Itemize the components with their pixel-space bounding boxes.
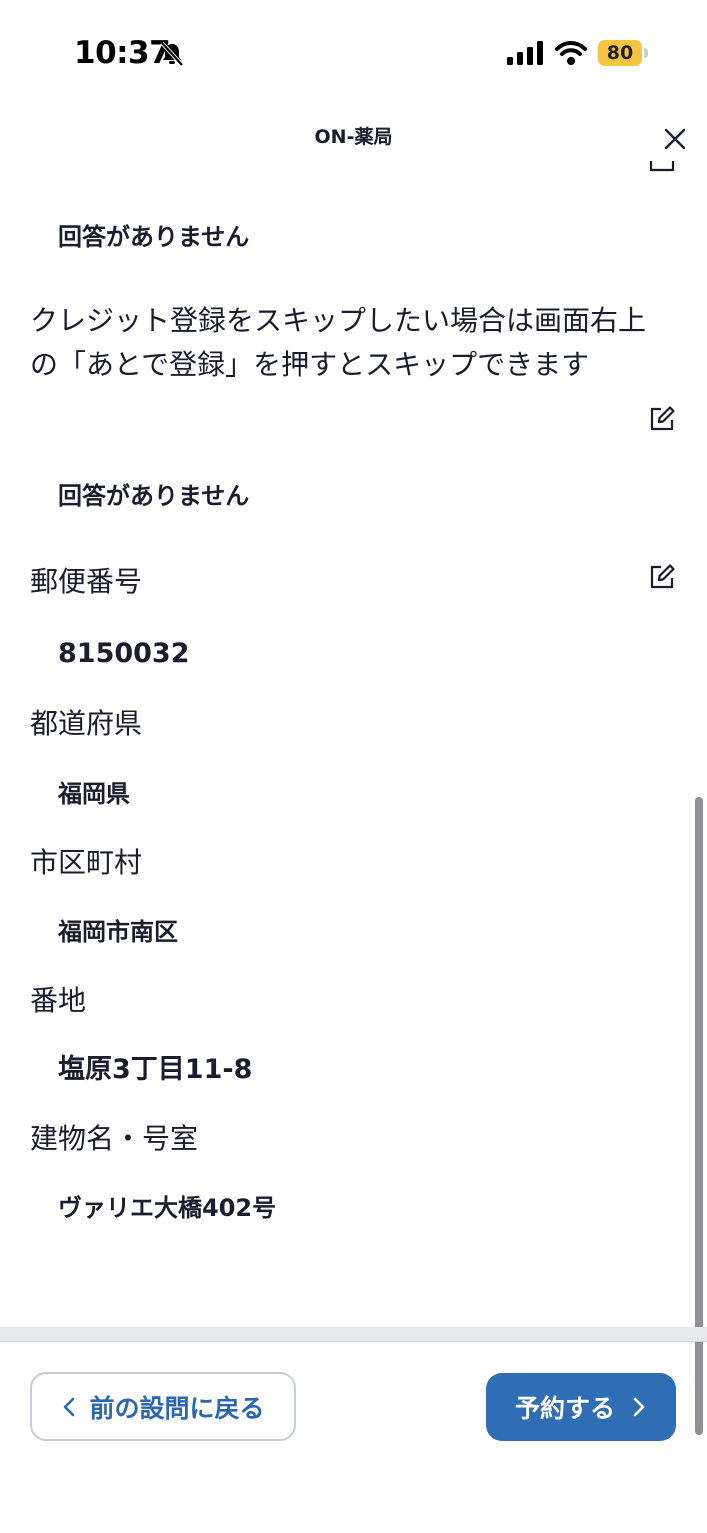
question-text: 郵便番号	[30, 565, 143, 598]
page-title: ON-薬局	[314, 126, 393, 148]
status-time: 10:37	[74, 35, 171, 71]
edit-icon[interactable]	[648, 159, 676, 173]
answer-text: 福岡市南区	[58, 918, 178, 946]
answer-text: ヴァリエ大橋402号	[58, 1194, 277, 1222]
reserve-button[interactable]: 予約する	[486, 1373, 676, 1441]
answer-text: 塩原3丁目11-8	[58, 1054, 253, 1085]
question-text: クレジット登録をスキップしたい場合は画面右上の「あとで登録」を押すとスキップでき…	[30, 304, 647, 381]
reserve-button-label: 予約する	[514, 1394, 615, 1423]
back-button-label: 前の設問に戻る	[89, 1393, 265, 1423]
answer-text: 回答がありません	[58, 482, 250, 510]
cellular-signal-icon	[507, 41, 543, 65]
chevron-right-icon	[633, 1397, 645, 1417]
bell-slash-icon	[160, 41, 184, 67]
question-text: 市区町村	[30, 846, 143, 879]
question-text: 番地	[30, 984, 87, 1017]
battery-tip	[644, 48, 648, 58]
footer-divider	[0, 1327, 707, 1342]
answer-text: 福岡県	[58, 780, 130, 808]
answer-text: 8150032	[58, 638, 190, 669]
chevron-left-icon	[64, 1397, 75, 1416]
edit-icon[interactable]	[648, 563, 676, 591]
back-button[interactable]: 前の設問に戻る	[30, 1372, 296, 1441]
answer-text: 回答がありません	[58, 223, 250, 251]
question-text: 都道府県	[30, 707, 143, 740]
wifi-icon	[555, 41, 587, 65]
close-icon[interactable]	[660, 124, 690, 154]
battery-icon: 80	[598, 40, 642, 66]
edit-icon[interactable]	[648, 405, 676, 433]
question-text: 建物名・号室	[30, 1122, 199, 1155]
